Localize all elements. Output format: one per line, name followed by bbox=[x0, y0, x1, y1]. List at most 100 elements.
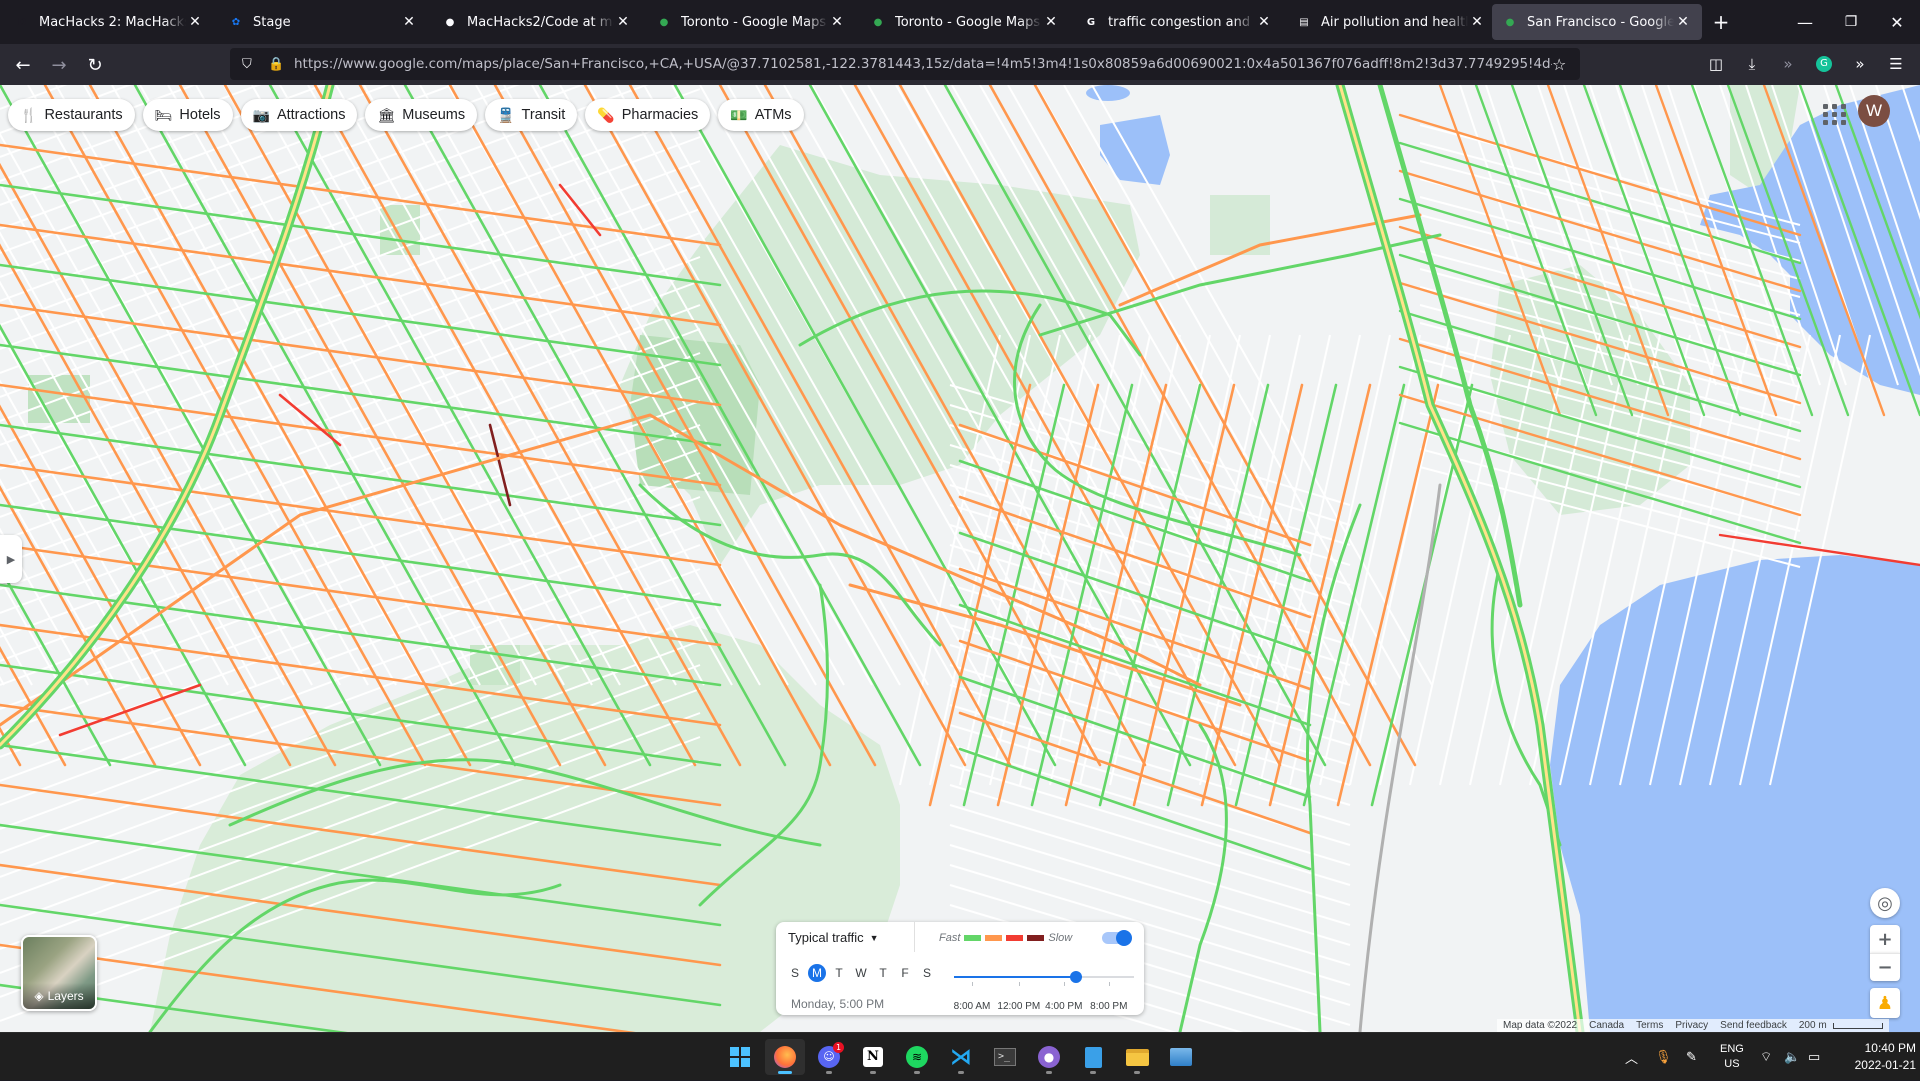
battery-icon[interactable]: ▭ bbox=[1808, 1033, 1820, 1081]
chip-atms[interactable]: 💵 ATMs bbox=[718, 99, 804, 131]
chip-museums[interactable]: 🏛 Museums bbox=[365, 99, 478, 131]
show-hidden-icons[interactable]: ︿ bbox=[1625, 1033, 1638, 1081]
close-window-button[interactable]: ✕ bbox=[1874, 0, 1920, 44]
spotify-icon[interactable]: ≋ bbox=[897, 1039, 937, 1075]
system-clock[interactable]: 10:40 PM 2022-01-21 bbox=[1836, 1040, 1916, 1074]
chip-restaurants[interactable]: 🍴 Restaurants bbox=[8, 99, 135, 131]
street-view-pegman[interactable]: ♟ bbox=[1870, 988, 1900, 1018]
tab-title: San Francisco - Google Maps bbox=[1527, 14, 1674, 30]
lang-line1: ENG bbox=[1720, 1043, 1744, 1055]
terminal-icon[interactable]: >_ bbox=[985, 1039, 1025, 1075]
microphone-icon[interactable]: 🎙 bbox=[1655, 1033, 1672, 1081]
google-apps-icon[interactable] bbox=[1820, 101, 1846, 125]
discord-icon[interactable]: ☺ 1 bbox=[809, 1039, 849, 1075]
browser-tab[interactable]: ● Toronto - Google Maps ✕ bbox=[860, 4, 1070, 40]
more-tools-icon[interactable]: » bbox=[1848, 52, 1872, 76]
browser-tab-strip: DMacHacks 2: MacHacks 2 is h✕✿Stage✕●Mac… bbox=[0, 0, 1920, 44]
pocket-icon[interactable]: ◫ bbox=[1704, 52, 1728, 76]
layers-icon: ◈ bbox=[34, 989, 44, 1003]
close-tab-icon[interactable]: ✕ bbox=[828, 14, 846, 30]
country-link[interactable]: Canada bbox=[1589, 1020, 1624, 1031]
file-explorer-icon[interactable] bbox=[1117, 1039, 1157, 1075]
privacy-link[interactable]: Privacy bbox=[1675, 1020, 1708, 1031]
notepad-icon[interactable] bbox=[1073, 1039, 1113, 1075]
map-drawing[interactable] bbox=[0, 85, 1920, 1032]
day-4[interactable]: T bbox=[874, 964, 892, 982]
close-tab-icon[interactable]: ✕ bbox=[1042, 14, 1060, 30]
terms-link[interactable]: Terms bbox=[1636, 1020, 1663, 1031]
day-0[interactable]: S bbox=[786, 964, 804, 982]
time-tick bbox=[1108, 982, 1110, 986]
url-text[interactable]: https://www.google.com/maps/place/San+Fr… bbox=[294, 56, 1552, 72]
day-3[interactable]: W bbox=[852, 964, 870, 982]
bookmark-star-icon[interactable]: ☆ bbox=[1552, 55, 1572, 74]
day-1[interactable]: M bbox=[808, 964, 826, 982]
time-slider-thumb[interactable] bbox=[1070, 971, 1083, 983]
zoom-in-button[interactable]: + bbox=[1870, 925, 1900, 953]
close-tab-icon[interactable]: ✕ bbox=[1255, 14, 1273, 30]
volume-icon[interactable]: 🔈 bbox=[1784, 1033, 1800, 1081]
time-slider[interactable] bbox=[954, 971, 1134, 983]
grammarly-icon[interactable]: G bbox=[1812, 52, 1836, 76]
forward-button[interactable]: → bbox=[43, 49, 75, 81]
restore-button[interactable]: ❐ bbox=[1828, 0, 1874, 44]
chip-hotels[interactable]: 🛏 Hotels bbox=[142, 99, 233, 131]
send-feedback-link[interactable]: Send feedback bbox=[1720, 1020, 1787, 1031]
browser-tab[interactable]: ● Toronto - Google Maps ✕ bbox=[646, 4, 856, 40]
chip-label: Pharmacies bbox=[621, 107, 699, 123]
clock-time: 10:40 PM bbox=[1864, 1041, 1916, 1055]
scale-label[interactable]: 200 m bbox=[1799, 1020, 1827, 1031]
traffic-time-text: Monday, 5:00 PM bbox=[791, 997, 885, 1011]
layers-button[interactable]: ◈ Layers bbox=[21, 935, 97, 1011]
minimize-button[interactable]: — bbox=[1782, 0, 1828, 44]
expand-side-panel-button[interactable]: ▶ bbox=[0, 535, 22, 583]
account-avatar[interactable]: W bbox=[1858, 95, 1890, 127]
menu-icon[interactable]: ☰ bbox=[1884, 52, 1908, 76]
day-6[interactable]: S bbox=[918, 964, 936, 982]
language-indicator[interactable]: ENG US bbox=[1720, 1033, 1744, 1081]
browser-tab[interactable]: Gtraffic congestion and polluti✕ bbox=[1073, 4, 1283, 40]
downloads-icon[interactable]: ⤓ bbox=[1740, 52, 1764, 76]
wifi-icon[interactable]: ⌔ bbox=[1760, 1033, 1772, 1081]
time-tick bbox=[1018, 982, 1020, 986]
close-tab-icon[interactable]: ✕ bbox=[1468, 14, 1486, 30]
extension-arrows-icon[interactable]: » bbox=[1776, 52, 1800, 76]
close-tab-icon[interactable]: ✕ bbox=[186, 14, 204, 30]
pen-icon[interactable]: ✎ bbox=[1686, 1033, 1697, 1081]
start-icon[interactable] bbox=[720, 1039, 760, 1075]
browser-tab[interactable]: ✿ Stage ✕ bbox=[218, 4, 428, 40]
close-tab-icon[interactable]: ✕ bbox=[1674, 14, 1692, 30]
maps-pin-icon: ● bbox=[1505, 16, 1515, 28]
chip-pharmacies[interactable]: 💊 Pharmacies bbox=[585, 99, 711, 131]
traffic-mode-dropdown[interactable]: Typical traffic ▼ bbox=[788, 930, 879, 945]
vscode-icon[interactable]: ⋊ bbox=[941, 1039, 981, 1075]
restaurant-icon: 🍴 bbox=[20, 106, 38, 123]
browser-tab[interactable]: ● MacHacks2/Code at main · d✕ bbox=[432, 4, 642, 40]
traffic-toggle[interactable] bbox=[1102, 930, 1132, 946]
new-tab-button[interactable]: + bbox=[1699, 0, 1743, 44]
clock-date: 2022-01-21 bbox=[1854, 1058, 1916, 1072]
tracking-protection-icon[interactable]: ⛉ bbox=[242, 57, 262, 72]
browser-tab[interactable]: ▤ Air pollution and health risks✕ bbox=[1286, 4, 1496, 40]
photos-icon[interactable] bbox=[1161, 1039, 1201, 1075]
address-bar[interactable]: ⛉ 🔒 https://www.google.com/maps/place/Sa… bbox=[230, 48, 1580, 80]
lock-icon[interactable]: 🔒 bbox=[268, 57, 288, 72]
my-location-button[interactable]: ◎ bbox=[1870, 888, 1900, 918]
firefox-icon[interactable] bbox=[765, 1039, 805, 1075]
github-desktop-icon[interactable]: ● bbox=[1029, 1039, 1069, 1075]
chip-attractions[interactable]: 📷 Attractions bbox=[240, 99, 358, 131]
day-5[interactable]: F bbox=[896, 964, 914, 982]
zoom-out-button[interactable]: − bbox=[1870, 953, 1900, 981]
day-2[interactable]: T bbox=[830, 964, 848, 982]
notion-icon[interactable]: N bbox=[853, 1039, 893, 1075]
map-canvas[interactable]: 🍴 Restaurants 🛏 Hotels 📷 Attractions 🏛 Museums 🚆… bbox=[0, 85, 1920, 1032]
browser-tab[interactable]: ● San Francisco - Google Maps✕ bbox=[1492, 4, 1702, 40]
chip-transit[interactable]: 🚆 Transit bbox=[485, 99, 578, 131]
close-tab-icon[interactable]: ✕ bbox=[614, 14, 632, 30]
browser-tab[interactable]: D MacHacks 2: MacHacks 2 is h✕ bbox=[4, 4, 214, 40]
time-slider-fill bbox=[954, 976, 1077, 978]
reload-button[interactable]: ↻ bbox=[79, 49, 111, 81]
close-tab-icon[interactable]: ✕ bbox=[400, 14, 418, 30]
museum-icon: 🏛 bbox=[377, 106, 396, 123]
back-button[interactable]: ← bbox=[7, 49, 39, 81]
